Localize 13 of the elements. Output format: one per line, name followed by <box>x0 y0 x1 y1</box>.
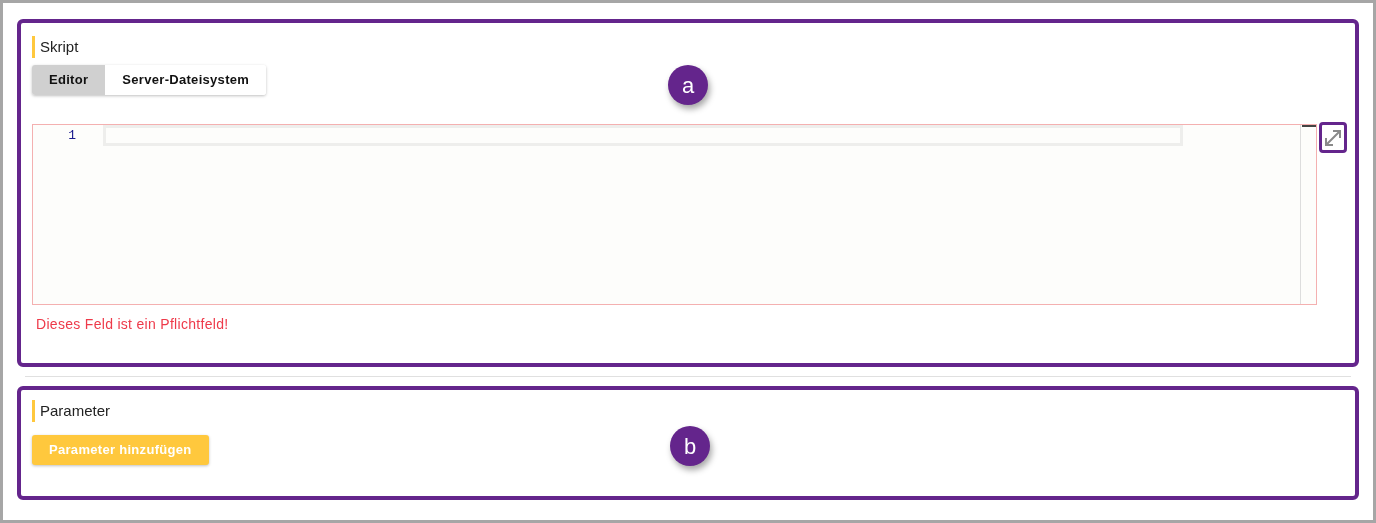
tab[interactable]: Server-Dateisystem <box>105 65 267 95</box>
tab[interactable]: Editor <box>32 65 106 95</box>
code-editor[interactable]: 1 <box>32 124 1318 305</box>
accent-bar <box>32 36 35 58</box>
section-title: Skript <box>40 36 79 57</box>
section-title: Parameter <box>40 400 111 421</box>
expand-button[interactable] <box>1319 122 1347 153</box>
expand-icon <box>1324 128 1342 147</box>
callout-badge: b <box>670 426 710 466</box>
line-number: 1 <box>68 128 76 144</box>
callout-badge: a <box>668 65 708 105</box>
accent-bar <box>32 400 35 422</box>
error-message: Dieses Feld ist ein Pflichtfeld! <box>36 315 230 334</box>
